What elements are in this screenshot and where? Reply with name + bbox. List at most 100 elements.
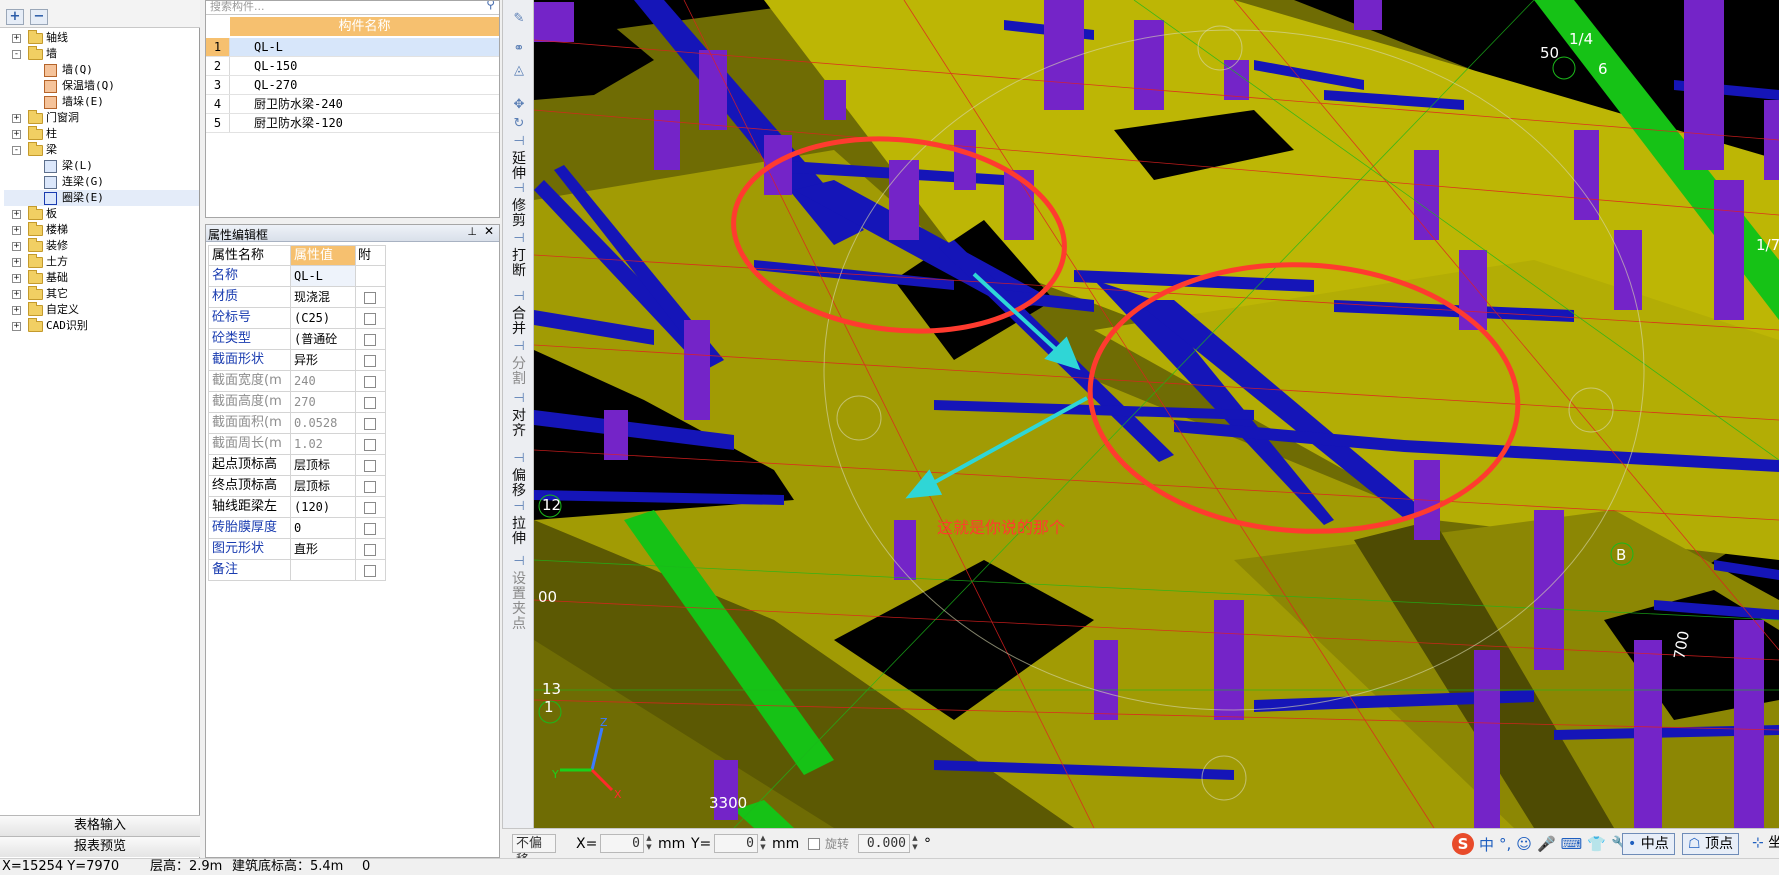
property-extra-checkbox[interactable]: [364, 313, 376, 325]
property-row[interactable]: 起点顶标高 层顶标: [208, 455, 393, 476]
property-extra-checkbox[interactable]: [364, 397, 376, 409]
property-row[interactable]: 截面形状 异形: [208, 350, 393, 371]
tool-command-label[interactable]: 对齐: [509, 409, 529, 439]
tree-item-ring-beam[interactable]: 圈梁(E): [4, 190, 199, 206]
3d-model-view[interactable]: 这就是你说的那个 50 1/4 6 1/7 12 B 00 13 1 700 3…: [534, 0, 1779, 828]
collapse-icon[interactable]: -: [12, 146, 21, 155]
property-value[interactable]: 240: [291, 371, 356, 392]
expand-icon[interactable]: +: [12, 258, 21, 267]
microphone-icon[interactable]: 🎤: [1537, 835, 1556, 853]
collapse-all-button[interactable]: −: [30, 9, 48, 25]
keyboard-icon[interactable]: ⌨: [1561, 835, 1583, 853]
expand-icon[interactable]: +: [12, 226, 21, 235]
expand-icon[interactable]: +: [12, 306, 21, 315]
expand-all-button[interactable]: +: [6, 9, 24, 25]
tree-item-insulation-wall[interactable]: 保温墙(Q): [4, 78, 199, 94]
tool-command-label[interactable]: 延伸: [509, 152, 529, 182]
component-row[interactable]: 5 厨卫防水梁-120: [206, 114, 499, 133]
split-icon[interactable]: ⊣: [512, 340, 526, 354]
trim-icon[interactable]: ⊣: [512, 182, 526, 196]
tool-command-label[interactable]: 打断: [509, 249, 529, 279]
sogou-logo-icon[interactable]: S: [1452, 833, 1474, 855]
property-extra-checkbox[interactable]: [364, 523, 376, 535]
tool-command-label[interactable]: 拉伸: [509, 517, 529, 547]
property-extra-checkbox[interactable]: [364, 502, 376, 514]
tool-command-label[interactable]: 修剪: [509, 199, 529, 229]
ime-toolbar[interactable]: S 中 °, ☺ 🎤 ⌨ 👕 🔧: [1452, 833, 1630, 855]
tree-item-cad[interactable]: + CAD识别: [4, 318, 199, 334]
y-spinner[interactable]: ▲ ▼: [758, 834, 768, 853]
property-row[interactable]: 截面宽度(m 240: [208, 371, 393, 392]
tree-item-custom[interactable]: + 自定义: [4, 302, 199, 318]
property-row[interactable]: 终点顶标高 层顶标: [208, 476, 393, 497]
extend-icon[interactable]: ⊣: [512, 135, 526, 149]
property-row[interactable]: 材质 现浇混: [208, 287, 393, 308]
tree-item-link-beam[interactable]: 连梁(G): [4, 174, 199, 190]
x-spinner[interactable]: ▲ ▼: [644, 834, 654, 853]
property-row[interactable]: 砖胎膜厚度 0: [208, 518, 393, 539]
close-icon[interactable]: ✕: [484, 224, 494, 238]
mirror-icon[interactable]: ◬: [512, 64, 526, 78]
chinese-mode-icon[interactable]: 中: [1479, 834, 1494, 855]
link-icon[interactable]: ⚭: [512, 42, 526, 56]
tool-command-label[interactable]: 设置夹点: [509, 572, 529, 632]
property-value[interactable]: [291, 560, 356, 581]
x-input[interactable]: 0: [600, 834, 644, 853]
component-row[interactable]: 1 QL-L: [206, 38, 499, 57]
snap-midpoint-button[interactable]: • 中点: [1622, 833, 1675, 855]
property-row[interactable]: 截面周长(m 1.02: [208, 434, 393, 455]
property-extra-checkbox[interactable]: [364, 418, 376, 430]
punctuation-icon[interactable]: °,: [1499, 835, 1511, 853]
property-extra-checkbox[interactable]: [364, 460, 376, 472]
grip-icon[interactable]: ⊣: [512, 555, 526, 569]
collapse-icon[interactable]: -: [12, 50, 21, 59]
property-value[interactable]: 现浇混: [291, 287, 356, 308]
property-extra-checkbox[interactable]: [364, 481, 376, 493]
tree-item-wall-pier[interactable]: 墙垛(E): [4, 94, 199, 110]
expand-icon[interactable]: +: [12, 290, 21, 299]
move-icon[interactable]: ✥: [512, 98, 526, 112]
property-value[interactable]: (普通砼: [291, 329, 356, 350]
3d-viewport[interactable]: 这就是你说的那个 50 1/4 6 1/7 12 B 00 13 1 700 3…: [534, 0, 1779, 828]
report-preview-button[interactable]: 报表预览: [0, 836, 200, 857]
rotate-checkbox[interactable]: [808, 838, 820, 850]
property-extra-checkbox[interactable]: [364, 376, 376, 388]
tree-item-column[interactable]: + 柱: [4, 126, 199, 142]
tree-item-openings[interactable]: + 门窗洞: [4, 110, 199, 126]
tool-command-label[interactable]: 分割: [509, 357, 529, 387]
table-input-button[interactable]: 表格输入: [0, 815, 200, 836]
snap-coord-button[interactable]: ⊹ 坐标: [1752, 834, 1779, 852]
tool-command-label[interactable]: 合并: [509, 307, 529, 337]
property-row[interactable]: 图元形状 直形: [208, 539, 393, 560]
expand-icon[interactable]: +: [12, 210, 21, 219]
property-row[interactable]: 截面面积(m 0.0528: [208, 413, 393, 434]
break-icon[interactable]: ⊣: [512, 232, 526, 246]
tree-item-earthwork[interactable]: + 土方: [4, 254, 199, 270]
pin-icon[interactable]: ⊥: [467, 225, 477, 238]
rotate-input[interactable]: 0.000: [858, 834, 910, 853]
offset-icon[interactable]: ⊣: [512, 452, 526, 466]
expand-icon[interactable]: +: [12, 34, 21, 43]
property-row[interactable]: 砼标号 (C25): [208, 308, 393, 329]
skin-icon[interactable]: 👕: [1587, 835, 1606, 853]
property-value[interactable]: 异形: [291, 350, 356, 371]
search-icon[interactable]: ⚲: [486, 1, 495, 11]
tree-item-beam-l[interactable]: 梁(L): [4, 158, 199, 174]
rotate-icon[interactable]: ↻: [512, 117, 526, 131]
y-input[interactable]: 0: [714, 834, 758, 853]
snap-vertex-button[interactable]: ☖ 顶点: [1682, 833, 1740, 855]
property-value[interactable]: 0.0528: [291, 413, 356, 434]
property-value[interactable]: 直形: [291, 539, 356, 560]
offset-mode-select[interactable]: 不偏移: [512, 834, 556, 868]
tree-item-stairs[interactable]: + 楼梯: [4, 222, 199, 238]
component-row[interactable]: 3 QL-270: [206, 76, 499, 95]
property-value[interactable]: (120): [291, 497, 356, 518]
tree-item-wall[interactable]: -墙: [4, 46, 199, 62]
expand-icon[interactable]: +: [12, 130, 21, 139]
property-value[interactable]: 0: [291, 518, 356, 539]
tree-item-axis[interactable]: + 轴线: [4, 30, 199, 46]
property-value[interactable]: 层顶标: [291, 455, 356, 476]
property-row[interactable]: 砼类型 (普通砼: [208, 329, 393, 350]
property-row[interactable]: 轴线距梁左 (120): [208, 497, 393, 518]
tree-item-slab[interactable]: + 板: [4, 206, 199, 222]
